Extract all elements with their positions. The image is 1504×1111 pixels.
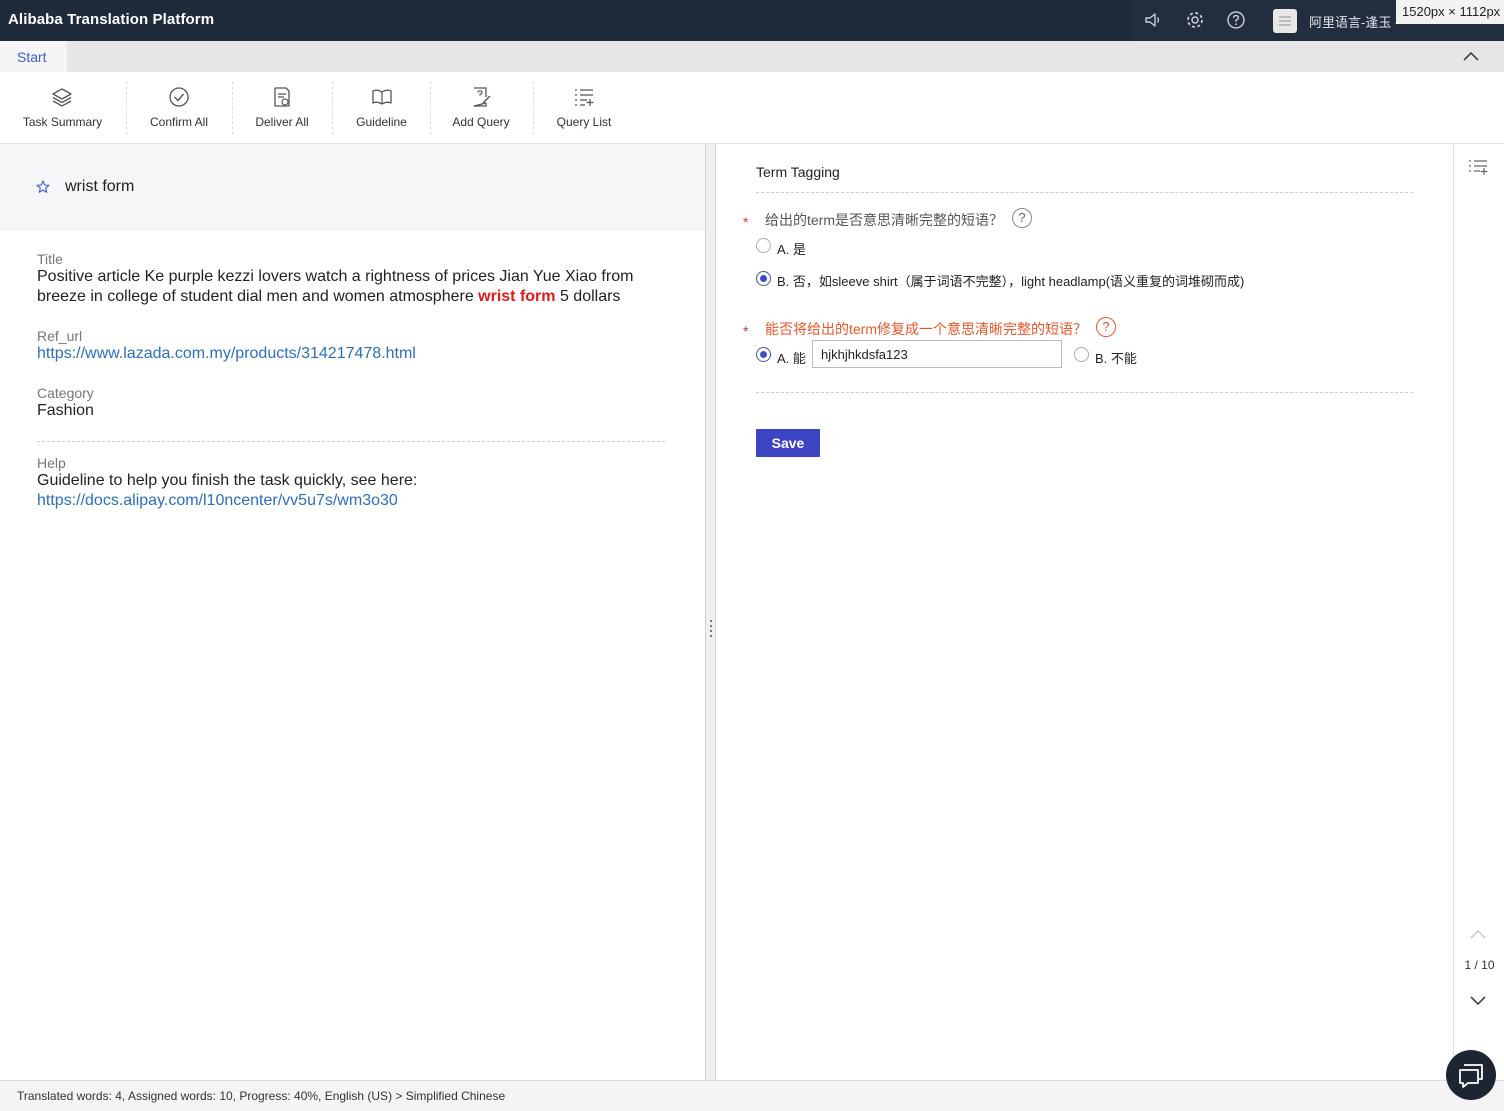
chevron-up-icon[interactable]: [1469, 928, 1487, 940]
task-summary-button[interactable]: Task Summary: [15, 72, 110, 144]
app-title: Alibaba Translation Platform: [8, 11, 215, 28]
category-value: Fashion: [37, 402, 94, 419]
toolbar-divider: [430, 82, 431, 134]
dimension-overlay: 1520px × 1112px: [1396, 0, 1504, 24]
term-text: wrist form: [65, 178, 135, 195]
q1-option-a-radio[interactable]: [756, 238, 771, 253]
tagging-panel: Term Tagging * 给出的term是否意思清晰完整的短语？ ? A. …: [716, 144, 1453, 1080]
repaired-term-input[interactable]: [812, 340, 1062, 368]
list-icon: [575, 89, 594, 106]
required-mark: *: [743, 323, 749, 339]
outline-list-icon[interactable]: [1468, 158, 1488, 176]
help-icon[interactable]: [1226, 10, 1246, 30]
document-check-icon: [274, 87, 290, 107]
star-icon[interactable]: [36, 180, 50, 194]
question-2-help-icon[interactable]: ?: [1096, 317, 1116, 337]
guideline-label: Guideline: [356, 115, 407, 129]
task-summary-label: Task Summary: [22, 115, 103, 129]
q1-option-b-label[interactable]: B. 否，如sleeve shirt（属于词语不完整），light headla…: [777, 271, 1244, 290]
title-text-end: 5 dollars: [555, 288, 621, 305]
chevron-up-icon[interactable]: [1462, 49, 1480, 63]
title-label: Title: [37, 251, 63, 267]
toolbar-divider: [126, 82, 127, 134]
check-circle-icon: [169, 87, 189, 107]
save-button[interactable]: Save: [756, 429, 820, 457]
speaker-icon[interactable]: [1143, 10, 1163, 30]
term-header: wrist form: [0, 144, 705, 231]
question-1-text: 给出的term是否意思清晰完整的短语？: [765, 212, 1003, 228]
question-2-text: 能否将给出的term修复成一个意思清晰完整的短语？: [765, 321, 1087, 337]
drag-handle-icon[interactable]: [710, 620, 712, 622]
status-text: Translated words: 4, Assigned words: 10,…: [17, 1089, 506, 1103]
right-rail: 1 / 10: [1453, 144, 1504, 1080]
confirm-all-label: Confirm All: [149, 115, 208, 129]
category-label: Category: [37, 385, 94, 401]
query-list-label: Query List: [556, 115, 612, 129]
status-bar: Translated words: 4, Assigned words: 10,…: [0, 1080, 1504, 1111]
q2-option-a-radio[interactable]: [756, 347, 771, 362]
q1-option-a-label[interactable]: A. 是: [777, 239, 806, 258]
add-query-button[interactable]: Add Query: [443, 72, 519, 144]
question-1-help-icon[interactable]: ?: [1012, 208, 1032, 228]
deliver-all-label: Deliver All: [255, 115, 309, 129]
divider: [37, 441, 665, 442]
ref-url-link[interactable]: https://www.lazada.com.my/products/31421…: [37, 344, 416, 364]
tab-start[interactable]: Start: [0, 41, 67, 72]
help-url-link[interactable]: https://docs.alipay.com/l10ncenter/vv5u7…: [37, 491, 398, 511]
divider: [756, 392, 1413, 393]
ref-url-label: Ref_url: [37, 328, 83, 344]
confirm-all-button[interactable]: Confirm All: [139, 72, 219, 144]
source-panel: wrist form Title Positive article Ke pur…: [0, 144, 705, 1080]
layers-icon: [52, 88, 72, 107]
q2-option-a-label[interactable]: A. 能: [777, 348, 806, 367]
chevron-down-icon[interactable]: [1469, 995, 1487, 1007]
pane-splitter[interactable]: [705, 144, 716, 1080]
toolbar-divider: [332, 82, 333, 134]
guideline-button[interactable]: Guideline: [345, 72, 418, 144]
query-list-button[interactable]: Query List: [546, 72, 622, 144]
chat-button[interactable]: [1446, 1050, 1496, 1100]
top-bar: Alibaba Translation Platform 阿里语言-逢玉 -: [0, 0, 1504, 41]
title-value: Positive article Ke purple kezzi lovers …: [37, 267, 667, 307]
q2-option-b-radio[interactable]: [1074, 347, 1089, 362]
help-text: Guideline to help you finish the task qu…: [37, 472, 418, 489]
toolbar: Task Summary Confirm All Deliver All Gui…: [0, 72, 1504, 144]
user-name[interactable]: 阿里语言-逢玉 -: [1309, 12, 1399, 31]
user-avatar[interactable]: [1273, 9, 1297, 33]
add-query-icon: [473, 87, 491, 107]
add-query-label: Add Query: [452, 115, 510, 129]
gear-icon[interactable]: [1185, 10, 1205, 30]
deliver-all-button[interactable]: Deliver All: [245, 72, 319, 144]
page-indicator: 1 / 10: [1464, 958, 1495, 972]
tab-bar: Start: [0, 41, 1504, 72]
chat-icon: [1459, 1064, 1483, 1088]
required-mark: *: [743, 214, 749, 230]
book-icon: [372, 89, 392, 105]
toolbar-divider: [232, 82, 233, 134]
toolbar-divider: [533, 82, 534, 134]
q2-option-b-label[interactable]: B. 不能: [1095, 348, 1137, 367]
divider: [756, 192, 1413, 193]
q1-option-b-radio[interactable]: [756, 271, 771, 286]
help-label: Help: [37, 455, 66, 471]
term-highlight: wrist form: [478, 288, 556, 305]
term-tagging-title: Term Tagging: [756, 164, 840, 180]
